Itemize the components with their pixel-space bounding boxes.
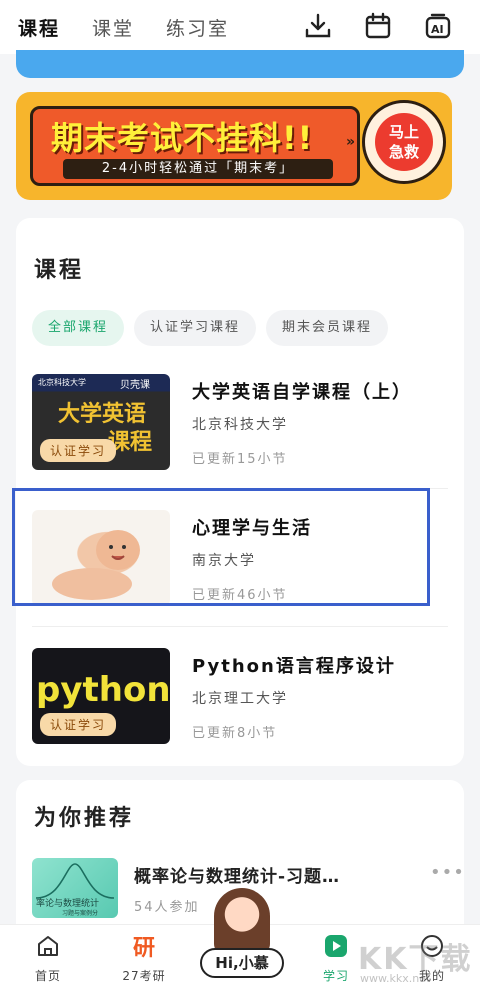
- exam-banner[interactable]: 期末考试不挂科!! 2-4小时轻松通过「期末考」 » 马上 急救: [16, 92, 452, 200]
- banner-headline: 期末考试不挂科!!: [51, 119, 314, 157]
- download-icon[interactable]: [302, 10, 334, 42]
- recommend-participants: 54人参加: [134, 900, 200, 915]
- calendar-icon[interactable]: [362, 10, 394, 42]
- home-icon: [38, 936, 58, 956]
- selection-highlight: [12, 488, 430, 606]
- course-thumbnail: python 认证学习: [32, 648, 170, 744]
- rescue-button[interactable]: 马上 急救: [362, 100, 446, 184]
- section-title: 课程: [34, 258, 85, 283]
- watermark-url: www.kkx.net: [360, 972, 431, 985]
- course-school: 北京科技大学: [192, 417, 288, 433]
- recommend-thumbnail[interactable]: 率论与数理统计 习题与案例分: [32, 858, 118, 918]
- assistant-avatar: [214, 888, 270, 954]
- rescue-label-2: 急救: [388, 143, 419, 161]
- course-name: 大学英语自学课程（上）: [192, 382, 412, 403]
- assistant-label: Hi,小慕: [200, 948, 284, 978]
- filter-certified-courses[interactable]: 认证学习课程: [134, 310, 257, 346]
- banner-arrows-icon: »: [346, 134, 356, 150]
- assistant-button[interactable]: Hi,小慕: [196, 888, 286, 984]
- divider: [32, 626, 448, 627]
- course-school: 北京理工大学: [192, 691, 288, 707]
- recommend-title: 为你推荐: [34, 806, 135, 831]
- nav-kaoyan-label: 27考研: [122, 969, 166, 983]
- svg-text:AI: AI: [431, 23, 444, 36]
- nav-kaoyan[interactable]: 研 27考研: [104, 931, 184, 984]
- thumb-python-text: python: [36, 670, 170, 710]
- nav-home[interactable]: 首页: [8, 931, 88, 984]
- certified-badge: 认证学习: [40, 713, 117, 736]
- course-filter-chips: 全部课程 认证学习课程 期末会员课程: [32, 310, 389, 346]
- rescue-label-1: 马上: [388, 123, 419, 141]
- certified-badge: 认证学习: [40, 439, 117, 462]
- filter-all-courses[interactable]: 全部课程: [32, 310, 125, 346]
- carousel-strip[interactable]: [16, 50, 464, 78]
- ai-icon[interactable]: AI: [422, 10, 454, 42]
- course-update: 已更新15小节: [192, 452, 288, 467]
- tab-courses[interactable]: 课程: [18, 14, 60, 41]
- course-item[interactable]: 北京科技大学 贝壳课 大学英语 课程 认证学习 大学英语自学课程（上） 北京科技…: [32, 374, 452, 470]
- recommend-course-name[interactable]: 概率论与数理统计-习题…: [134, 862, 340, 887]
- course-item[interactable]: python 认证学习 Python语言程序设计 北京理工大学 已更新8小节: [32, 648, 452, 744]
- course-thumbnail: 北京科技大学 贝壳课 大学英语 课程 认证学习: [32, 374, 170, 470]
- course-name: Python语言程序设计: [192, 656, 396, 677]
- thumb-logo: 贝壳课: [120, 380, 150, 391]
- yan-icon: 研: [132, 936, 155, 961]
- top-bar: 课程 课堂 练习室 AI: [0, 0, 480, 54]
- tab-classroom[interactable]: 课堂: [92, 14, 134, 41]
- recommend-thumb-sub: 习题与案例分: [62, 910, 99, 917]
- banner-subline: 2-4小时轻松通过「期末考」: [63, 159, 333, 179]
- filter-member-courses[interactable]: 期末会员课程: [266, 310, 389, 346]
- thumb-school: 北京科技大学: [38, 378, 86, 387]
- course-update: 已更新8小节: [192, 726, 278, 741]
- play-icon: [325, 935, 347, 957]
- banner-panel: 期末考试不挂科!! 2-4小时轻松通过「期末考」: [30, 106, 360, 186]
- tab-practice-room[interactable]: 练习室: [166, 14, 229, 41]
- nav-home-label: 首页: [34, 969, 61, 983]
- more-options-icon[interactable]: •••: [430, 862, 465, 883]
